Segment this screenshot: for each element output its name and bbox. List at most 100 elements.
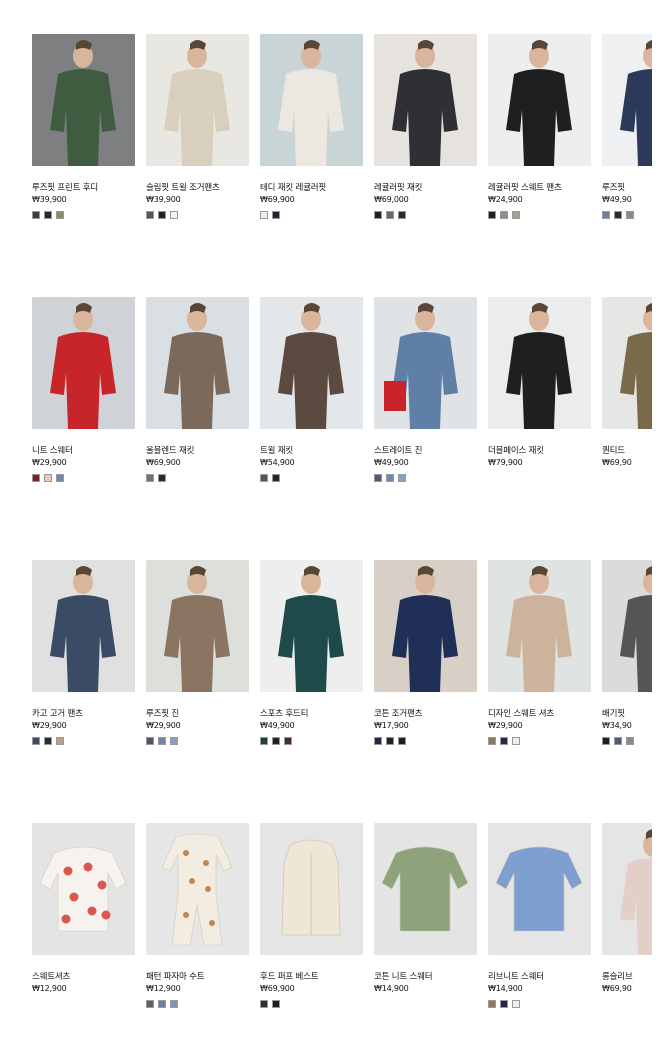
product-card[interactable]: 니트 스웨터 ₩29,900 [32,297,135,482]
product-image[interactable] [488,34,591,166]
product-card[interactable]: 루즈핏 프린트 후디 ₩39,900 [32,34,135,219]
color-swatch[interactable] [386,211,394,219]
product-name[interactable]: 테디 재킷 레귤러핏 [260,183,363,194]
color-swatch[interactable] [158,1000,166,1008]
color-swatch[interactable] [56,211,64,219]
color-swatch[interactable] [56,474,64,482]
product-name[interactable]: 롱슬리브 [602,972,652,983]
product-name[interactable]: 리브니트 스웨터 [488,972,591,983]
color-swatch[interactable] [500,737,508,745]
product-card[interactable]: 카고 고거 팬츠 ₩29,900 [32,560,135,745]
product-card[interactable]: 디자인 스웨트 셔츠 ₩29,900 [488,560,591,745]
color-swatch[interactable] [512,1000,520,1008]
color-swatch[interactable] [626,737,634,745]
color-swatch[interactable] [272,737,280,745]
product-image[interactable] [260,823,363,955]
color-swatch[interactable] [626,211,634,219]
color-swatch[interactable] [374,474,382,482]
color-swatch[interactable] [284,737,292,745]
product-name[interactable]: 배기핏 [602,709,652,720]
product-image[interactable] [146,34,249,166]
color-swatch[interactable] [488,737,496,745]
product-card[interactable]: 루즈핏 진 ₩29,900 [146,560,249,745]
color-swatch[interactable] [170,211,178,219]
product-image[interactable] [32,297,135,429]
color-swatch[interactable] [374,737,382,745]
product-image[interactable] [374,560,477,692]
product-name[interactable]: 카고 고거 팬츠 [32,709,135,720]
product-card[interactable]: 스웨트셔츠 ₩12,900 [32,823,135,1007]
product-name[interactable]: 패턴 파자마 수트 [146,972,249,983]
color-swatch[interactable] [488,211,496,219]
product-image[interactable] [488,560,591,692]
color-swatch[interactable] [500,211,508,219]
color-swatch[interactable] [500,1000,508,1008]
product-image[interactable] [374,823,477,955]
product-card[interactable]: 더블페이스 재킷 ₩79,900 [488,297,591,481]
product-name[interactable]: 스포츠 후드티 [260,709,363,720]
product-image[interactable] [602,297,652,429]
color-swatch[interactable] [260,474,268,482]
product-card[interactable]: 테디 재킷 레귤러핏 ₩69,900 [260,34,363,219]
color-swatch[interactable] [386,737,394,745]
product-name[interactable]: 울블렌드 재킷 [146,446,249,457]
color-swatch[interactable] [398,737,406,745]
product-image[interactable] [374,34,477,166]
color-swatch[interactable] [512,211,520,219]
product-name[interactable]: 스트레이트 진 [374,446,477,457]
color-swatch[interactable] [272,211,280,219]
color-swatch[interactable] [272,1000,280,1008]
product-card[interactable]: 트윌 재킷 ₩54,900 [260,297,363,482]
product-card[interactable]: 후드 퍼프 베스트 ₩69,900 [260,823,363,1008]
product-card[interactable]: 레귤러핏 재킷 ₩69,000 [374,34,477,219]
product-image[interactable] [260,560,363,692]
product-name[interactable]: 디자인 스웨트 셔츠 [488,709,591,720]
product-name[interactable]: 코튼 조거팬츠 [374,709,477,720]
product-name[interactable]: 루즈핏 프린트 후디 [32,183,135,194]
color-swatch[interactable] [602,737,610,745]
product-card[interactable]: 스트레이트 진 ₩49,900 [374,297,477,482]
color-swatch[interactable] [488,1000,496,1008]
color-swatch[interactable] [374,211,382,219]
product-image[interactable] [146,560,249,692]
product-image[interactable] [488,823,591,955]
color-swatch[interactable] [146,211,154,219]
product-image[interactable] [146,297,249,429]
color-swatch[interactable] [614,737,622,745]
product-name[interactable]: 니트 스웨터 [32,446,135,457]
color-swatch[interactable] [512,737,520,745]
color-swatch[interactable] [272,474,280,482]
color-swatch[interactable] [602,211,610,219]
color-swatch[interactable] [170,737,178,745]
product-image[interactable] [260,297,363,429]
color-swatch[interactable] [170,1000,178,1008]
color-swatch[interactable] [56,737,64,745]
product-card[interactable]: 울블렌드 재킷 ₩69,900 [146,297,249,482]
color-swatch[interactable] [260,211,268,219]
color-swatch[interactable] [398,211,406,219]
product-name[interactable]: 트윌 재킷 [260,446,363,457]
color-swatch[interactable] [158,737,166,745]
color-swatch[interactable] [44,211,52,219]
product-name[interactable]: 루즈핏 [602,183,652,194]
product-image[interactable] [602,823,652,955]
color-swatch[interactable] [146,737,154,745]
color-swatch[interactable] [146,1000,154,1008]
product-name[interactable]: 레귤러핏 재킷 [374,183,477,194]
product-card[interactable]: 스포츠 후드티 ₩49,900 [260,560,363,745]
product-image[interactable] [260,34,363,166]
product-name[interactable]: 레귤러핏 스웨트 팬츠 [488,183,591,194]
product-name[interactable]: 코튼 니트 스웨터 [374,972,477,983]
product-image[interactable] [32,823,135,955]
color-swatch[interactable] [32,211,40,219]
color-swatch[interactable] [260,1000,268,1008]
product-name[interactable]: 퀀티드 [602,446,652,457]
product-image[interactable] [146,823,249,955]
product-card[interactable]: 리브니트 스웨터 ₩14,900 [488,823,591,1008]
product-name[interactable]: 루즈핏 진 [146,709,249,720]
product-card[interactable]: 패턴 파자마 수트 ₩12,900 [146,823,249,1008]
product-image[interactable] [488,297,591,429]
color-swatch[interactable] [44,737,52,745]
product-card[interactable]: 롱슬리브 ₩69,90 [602,823,652,1007]
color-swatch[interactable] [386,474,394,482]
